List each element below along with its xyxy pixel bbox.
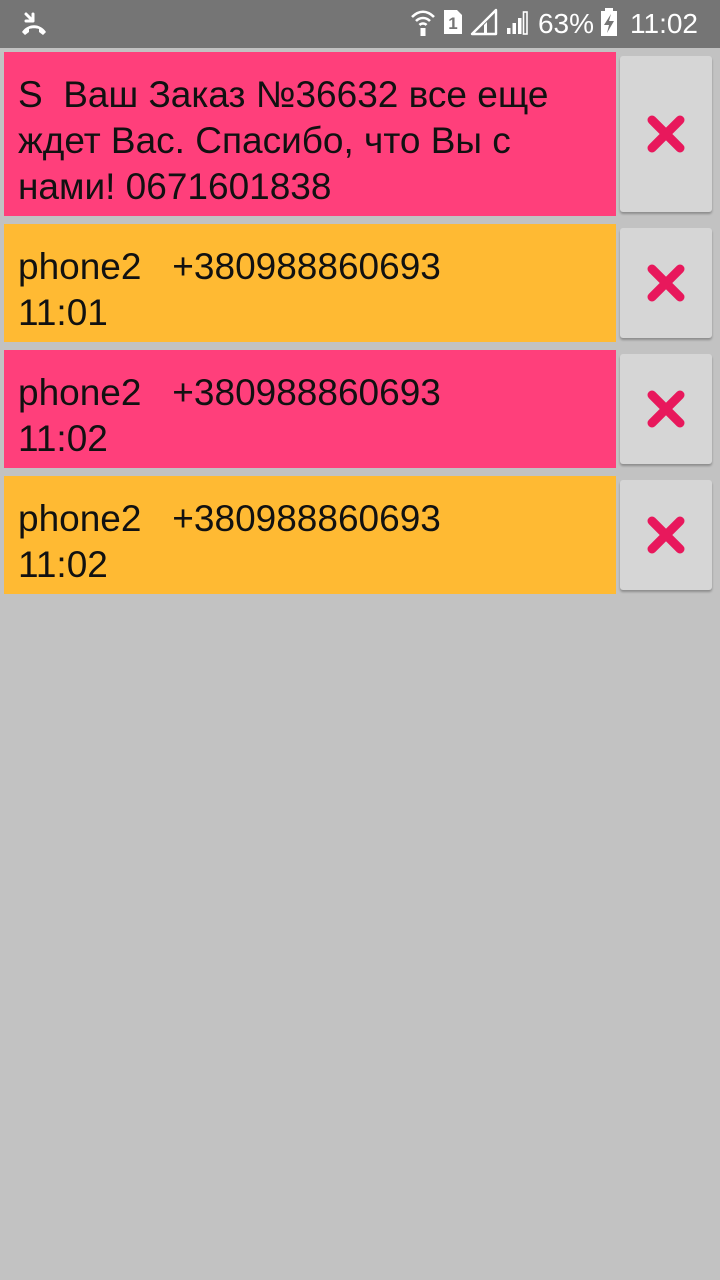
battery-charging-icon — [600, 7, 618, 42]
status-bar: 1 63% 11:02 — [0, 0, 720, 48]
delete-button[interactable] — [620, 56, 712, 212]
missed-call-icon — [18, 8, 50, 40]
list-item: phone2 +380988860693 11:02 — [0, 346, 720, 472]
list-item: S Ваш Заказ №36632 все еще ждет Вас. Спа… — [0, 48, 720, 220]
list-item: phone2 +380988860693 11:01 — [0, 220, 720, 346]
signal-1-icon — [470, 8, 498, 41]
close-icon — [646, 263, 686, 303]
status-indicators: 1 63% 11:02 — [410, 0, 698, 48]
message-text[interactable]: phone2 +380988860693 11:02 — [4, 476, 616, 594]
close-icon — [646, 389, 686, 429]
message-text[interactable]: phone2 +380988860693 11:02 — [4, 350, 616, 468]
message-text[interactable]: phone2 +380988860693 11:01 — [4, 224, 616, 342]
wifi-icon — [410, 7, 436, 42]
sim-badge: 1 — [448, 14, 457, 33]
list-item: phone2 +380988860693 11:02 — [0, 472, 720, 598]
sim-1-icon: 1 — [442, 8, 464, 41]
battery-percent: 63% — [537, 8, 594, 39]
delete-button[interactable] — [620, 480, 712, 590]
status-time: 11:02 — [630, 8, 698, 39]
signal-2-icon — [504, 8, 532, 41]
close-icon — [646, 515, 686, 555]
delete-button[interactable] — [620, 354, 712, 464]
message-text[interactable]: S Ваш Заказ №36632 все еще ждет Вас. Спа… — [4, 52, 616, 216]
delete-button[interactable] — [620, 228, 712, 338]
close-icon — [646, 114, 686, 154]
